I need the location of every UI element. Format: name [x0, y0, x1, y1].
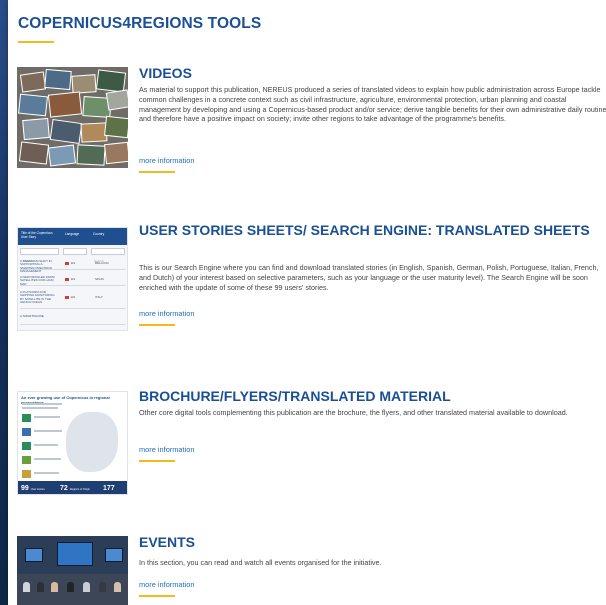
brochure-title: BROCHURE/FLYERS/TRANSLATED MATERIAL [139, 388, 451, 404]
video-tile [104, 141, 128, 165]
video-tile [49, 119, 83, 144]
video-tile [95, 69, 127, 93]
user-stories-title: USER STORIES SHEETS/ SEARCH ENGINE: TRAN… [139, 222, 590, 238]
attendee [83, 582, 90, 592]
stats-bar: 99 User stories 72 Regions of Origin 177 [18, 481, 127, 494]
column-header-title: Title of the Copernicus User Story [21, 231, 53, 239]
events-thumbnail[interactable] [17, 536, 128, 605]
language-filter [63, 248, 87, 255]
video-tile [18, 141, 50, 165]
attendee [37, 582, 44, 592]
user-stories-more-information-link[interactable]: more information [139, 309, 194, 318]
region-icon [22, 470, 31, 478]
videos-description: As material to support this publication,… [139, 85, 606, 124]
brochure-link-underline [139, 460, 175, 462]
title-underline [18, 41, 54, 43]
page-title: COPERNICUS4REGIONS TOOLS [18, 15, 262, 32]
events-more-information-link[interactable]: more information [139, 580, 194, 589]
video-tile [76, 144, 106, 166]
table-row: A PARADIGM SHIFT IN SUPPORTING A SMARTER… [20, 259, 125, 273]
side-screen [105, 548, 123, 562]
text-line [34, 444, 58, 446]
text-line [34, 458, 61, 460]
videos-title: VIDEOS [139, 65, 192, 81]
text-line [34, 416, 60, 418]
video-tile [44, 68, 72, 91]
brochure-more-information-link[interactable]: more information [139, 445, 194, 454]
region-icon [22, 414, 31, 422]
video-tile [104, 115, 128, 139]
table-header: Title of the Copernicus User Story Langu… [18, 228, 127, 245]
video-tile [105, 89, 128, 111]
events-link-underline [139, 595, 175, 597]
user-stories-description: This is our Search Engine where you can … [139, 263, 599, 292]
video-tile [18, 93, 48, 117]
side-screen [25, 548, 43, 562]
attendee [99, 582, 106, 592]
tools-card: COPERNICUS4REGIONS TOOLS VIDEOS As mater… [8, 0, 606, 605]
stat-count: 177 [103, 485, 115, 492]
attendee [114, 582, 121, 592]
attendee [51, 582, 58, 592]
column-header-language: Language [65, 232, 80, 236]
table-row: A SMARTPHONE [20, 314, 125, 325]
search-input: Search [20, 248, 59, 263]
attendee [67, 582, 74, 592]
video-tile [22, 117, 50, 141]
region-icon [22, 442, 31, 450]
video-tile [19, 71, 47, 93]
videos-more-information-link[interactable]: more information [139, 156, 194, 165]
text-line [22, 403, 62, 405]
videos-link-underline [139, 171, 175, 173]
column-header-country: Country [93, 232, 105, 236]
region-icon [22, 428, 31, 436]
map-graphic [66, 412, 118, 472]
region-icon [22, 456, 31, 464]
attendee [23, 582, 30, 592]
brochure-description: Other core digital tools complementing t… [139, 408, 568, 417]
brochure-thumbnail[interactable]: An ever growing use of Copernicus in reg… [17, 391, 128, 495]
country-filter: Search [91, 248, 125, 263]
video-tile [47, 91, 83, 118]
videos-thumbnail[interactable] [17, 67, 128, 168]
text-line [22, 407, 58, 409]
stat-regions: 72 Regions of Origin [60, 485, 90, 492]
user-stories-link-underline [139, 324, 175, 326]
text-line [34, 472, 59, 474]
user-stories-thumbnail[interactable]: Title of the Copernicus User Story Langu… [17, 227, 128, 331]
stat-user-stories: 99 User stories [21, 485, 45, 492]
video-tile [47, 144, 77, 167]
table-row: A PLATFORM FOR SHIPPING MONITORING BY SA… [20, 290, 125, 309]
table-row: A NEW DETAILED FROM SATELLITES FOR LAND … [20, 275, 125, 286]
projection-screen [57, 542, 93, 566]
events-description: In this section, you can read and watch … [139, 558, 382, 567]
events-title: EVENTS [139, 534, 196, 550]
text-line [34, 430, 62, 432]
